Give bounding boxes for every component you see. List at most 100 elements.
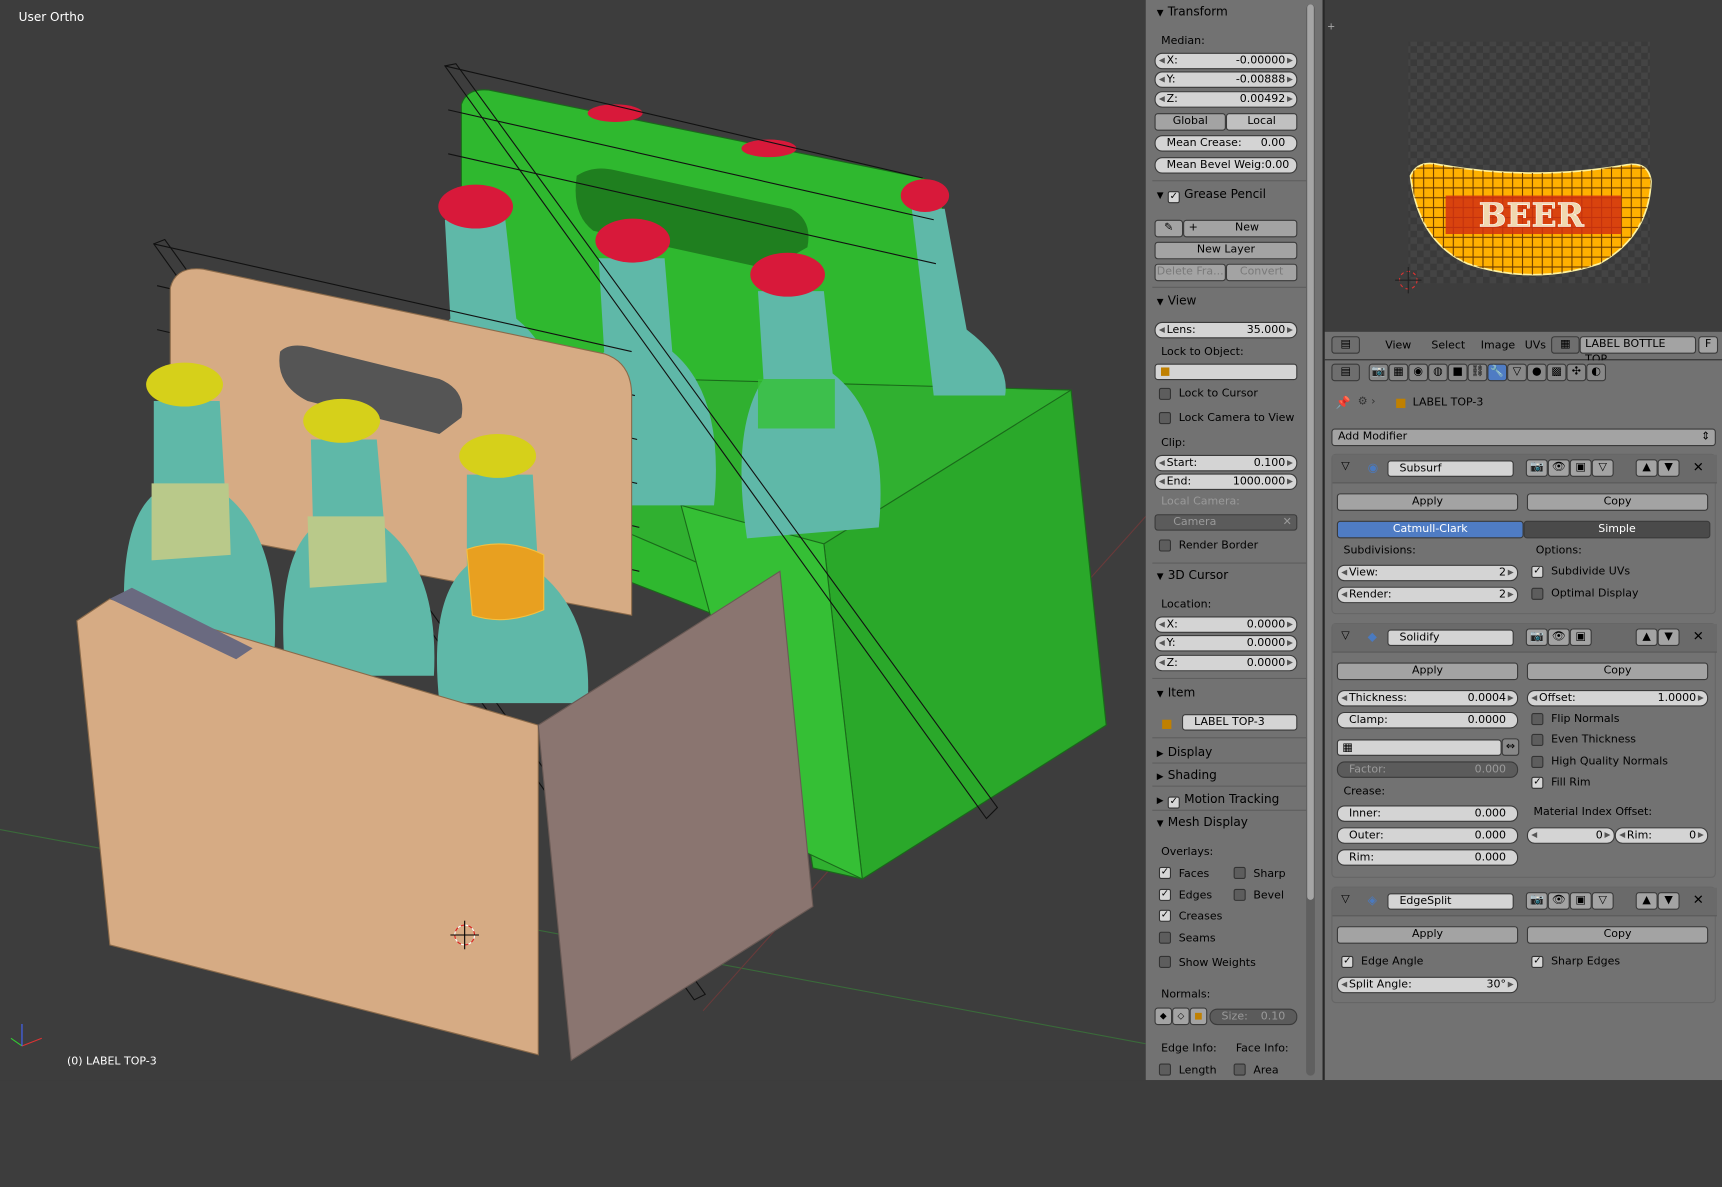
render-toggle-icon[interactable]: 📷: [1525, 892, 1548, 910]
material-tab-icon[interactable]: ●: [1526, 363, 1547, 382]
outer-crease-field[interactable]: Outer: 0.000: [1336, 827, 1519, 844]
editmode-toggle-icon[interactable]: ▣: [1569, 892, 1592, 910]
constraints-tab-icon[interactable]: ⛓: [1467, 363, 1488, 382]
uv-image-editor[interactable]: + BEER: [1324, 0, 1722, 332]
simple-button[interactable]: Simple: [1523, 520, 1711, 539]
edgesplit-apply-button[interactable]: Apply: [1336, 926, 1519, 944]
sharp-checkbox[interactable]: [1233, 866, 1246, 879]
render-border-checkbox[interactable]: [1158, 539, 1172, 552]
image-name-field[interactable]: LABEL BOTTLE TOP...: [1579, 336, 1697, 366]
scene-tab-icon[interactable]: ◉: [1408, 363, 1429, 382]
camera-field[interactable]: Camera ✕: [1154, 514, 1298, 531]
bevel-checkbox[interactable]: [1233, 888, 1246, 901]
editor-type-icon[interactable]: ▤: [1331, 336, 1360, 354]
collapse-icon[interactable]: ▽: [1341, 630, 1349, 642]
editmode-toggle-icon[interactable]: ▣: [1569, 459, 1592, 477]
add-modifier-dropdown[interactable]: Add Modifier ⇕: [1331, 428, 1716, 447]
optimal-display-checkbox[interactable]: [1531, 587, 1544, 600]
render-toggle-icon[interactable]: 📷: [1525, 459, 1548, 477]
convert-button[interactable]: Convert: [1225, 263, 1298, 282]
3d-viewport[interactable]: User Ortho (0) LABEL TOP-3: [0, 0, 1146, 1081]
sharp-edges-checkbox[interactable]: ✓: [1531, 955, 1544, 968]
fake-user-button[interactable]: F: [1698, 336, 1719, 354]
motion-tracking-header[interactable]: ▶ ✓ Motion Tracking: [1150, 790, 1315, 810]
close-icon[interactable]: ✕: [1693, 628, 1704, 643]
clamp-field[interactable]: Clamp: 0.0000: [1336, 711, 1519, 729]
inner-crease-field[interactable]: Inner: 0.000: [1336, 805, 1519, 822]
hq-normals-checkbox[interactable]: [1531, 755, 1544, 768]
3d-cursor-header[interactable]: ▼ 3D Cursor: [1150, 566, 1315, 586]
lens-field[interactable]: ◀ Lens: 35.000 ▶: [1154, 321, 1298, 339]
subsurf-name-field[interactable]: Subsurf: [1387, 460, 1514, 477]
pin-icon[interactable]: 📌: [1336, 396, 1351, 410]
edges-checkbox[interactable]: ✓: [1158, 888, 1172, 901]
image-browse-icon[interactable]: ▦: [1551, 336, 1580, 354]
face-normal-icon[interactable]: ■: [1189, 1007, 1208, 1026]
subsurf-render-field[interactable]: ◀ Render: 2 ▶: [1336, 586, 1519, 604]
solidify-apply-button[interactable]: Apply: [1336, 662, 1519, 681]
cage-toggle-icon[interactable]: ▽: [1591, 459, 1614, 477]
flip-normals-checkbox[interactable]: [1531, 713, 1544, 726]
cursor-x-field[interactable]: ◀ X: 0.0000 ▶: [1154, 616, 1298, 633]
new-gp-button[interactable]: + New: [1183, 219, 1298, 238]
move-down-icon[interactable]: ▼: [1657, 628, 1680, 647]
transform-header[interactable]: ▼ Transform: [1150, 2, 1315, 22]
subsurf-view-field[interactable]: ◀ View: 2 ▶: [1336, 564, 1519, 582]
grease-pencil-checkbox[interactable]: ✓: [1167, 191, 1180, 204]
props-editor-type-icon[interactable]: ▤: [1331, 363, 1360, 382]
collapse-icon[interactable]: ▽: [1341, 893, 1349, 905]
shading-header[interactable]: ▶ Shading: [1150, 766, 1315, 786]
lock-cursor-checkbox[interactable]: [1158, 387, 1172, 400]
close-icon[interactable]: ✕: [1693, 892, 1704, 907]
editmode-toggle-icon[interactable]: ▣: [1569, 628, 1592, 647]
world-tab-icon[interactable]: ◍: [1428, 363, 1448, 382]
delete-frame-button[interactable]: Delete Fra...: [1154, 263, 1226, 282]
catmull-clark-button[interactable]: Catmull-Clark: [1336, 520, 1524, 539]
move-down-icon[interactable]: ▼: [1657, 459, 1680, 477]
menu-view[interactable]: View: [1385, 339, 1411, 351]
modifier-tab-icon[interactable]: 🔧: [1487, 363, 1508, 382]
close-icon[interactable]: ✕: [1693, 459, 1704, 474]
show-weights-checkbox[interactable]: [1158, 955, 1172, 968]
vertex-normal-icon[interactable]: ◆: [1154, 1007, 1173, 1026]
median-x-field[interactable]: ◀ X: -0.00000 ▶: [1154, 52, 1298, 70]
invert-icon[interactable]: ⇔: [1501, 738, 1520, 756]
clip-start-field[interactable]: ◀ Start: 0.100 ▶: [1154, 454, 1298, 472]
texture-tab-icon[interactable]: ▩: [1546, 363, 1567, 382]
object-tab-icon[interactable]: ■: [1447, 363, 1468, 382]
display-header[interactable]: ▶ Display: [1150, 743, 1315, 763]
scrollbar-thumb[interactable]: [1307, 4, 1314, 900]
menu-select[interactable]: Select: [1431, 339, 1465, 351]
cursor-z-field[interactable]: ◀ Z: 0.0000 ▶: [1154, 654, 1298, 672]
data-tab-icon[interactable]: ▽: [1507, 363, 1527, 382]
fill-rim-checkbox[interactable]: ✓: [1531, 776, 1544, 789]
median-y-field[interactable]: ◀ Y: -0.00888 ▶: [1154, 71, 1298, 88]
solidify-name-field[interactable]: Solidify: [1387, 629, 1514, 647]
even-thickness-checkbox[interactable]: [1531, 733, 1544, 747]
object-name-field[interactable]: LABEL TOP-3: [1181, 714, 1298, 731]
solidify-copy-button[interactable]: Copy: [1526, 662, 1709, 681]
edge-angle-checkbox[interactable]: ✓: [1341, 955, 1354, 968]
material-offset-field[interactable]: ◀ 0 ▶: [1526, 827, 1615, 844]
viewport-toggle-icon[interactable]: 👁: [1547, 459, 1570, 477]
clear-icon[interactable]: ✕: [1283, 515, 1292, 529]
move-down-icon[interactable]: ▼: [1657, 892, 1680, 910]
move-up-icon[interactable]: ▲: [1635, 628, 1658, 647]
global-button[interactable]: Global: [1154, 113, 1226, 131]
vertex-group-field[interactable]: ▦: [1336, 739, 1502, 756]
subdivide-uvs-checkbox[interactable]: ✓: [1531, 565, 1544, 578]
menu-uvs[interactable]: UVs: [1525, 339, 1546, 351]
seams-checkbox[interactable]: [1158, 931, 1172, 944]
split-normal-icon[interactable]: ◇: [1172, 1007, 1190, 1026]
lock-camera-checkbox[interactable]: [1158, 412, 1172, 425]
new-layer-button[interactable]: New Layer: [1154, 241, 1298, 260]
local-button[interactable]: Local: [1225, 113, 1298, 131]
median-z-field[interactable]: ◀ Z: 0.00492 ▶: [1154, 91, 1298, 108]
collapse-icon[interactable]: ▽: [1341, 460, 1349, 472]
length-checkbox[interactable]: [1158, 1063, 1172, 1076]
layers-tab-icon[interactable]: ▦: [1388, 363, 1409, 382]
factor-field[interactable]: Factor: 0.000: [1336, 761, 1519, 778]
move-up-icon[interactable]: ▲: [1635, 459, 1658, 477]
cage-toggle-icon[interactable]: ▽: [1591, 892, 1614, 910]
mesh-display-header[interactable]: ▼ Mesh Display: [1150, 813, 1315, 833]
